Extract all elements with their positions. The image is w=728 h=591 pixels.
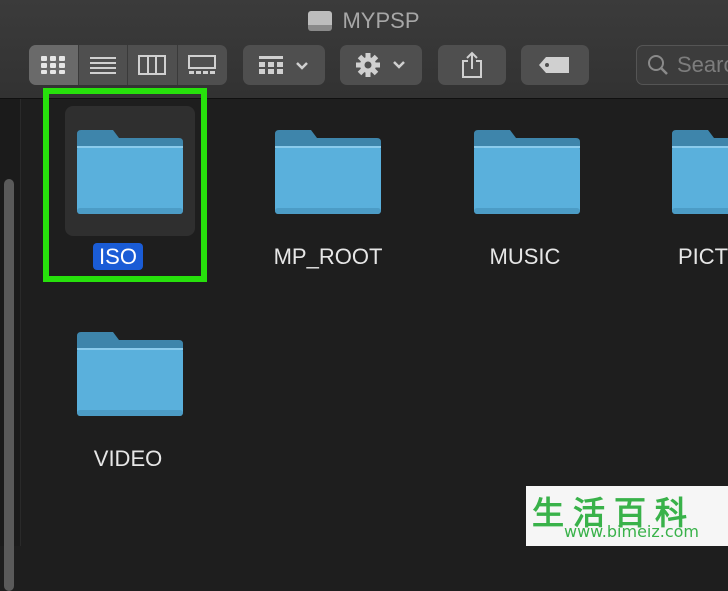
chevron-down-icon xyxy=(296,62,308,70)
watermark: 生活百科 www.bimeiz.com xyxy=(526,486,728,546)
sidebar-scrollbar-track[interactable] xyxy=(0,99,21,591)
gear-icon xyxy=(356,53,405,77)
group-by-button[interactable] xyxy=(243,45,325,85)
list-view-button[interactable] xyxy=(79,45,128,85)
watermark-url: www.bimeiz.com xyxy=(564,522,700,541)
folder-label: MUSIC xyxy=(489,244,561,269)
share-icon xyxy=(462,51,482,78)
folder-icon xyxy=(672,130,728,214)
folder-icon xyxy=(474,130,580,214)
window-title-text: MYPSP xyxy=(342,8,420,33)
column-view-button[interactable] xyxy=(128,45,178,85)
icon-view-grid-icon xyxy=(41,56,66,74)
search-icon xyxy=(648,55,668,75)
icon-view-button[interactable] xyxy=(29,45,79,85)
column-view-icon xyxy=(138,55,167,75)
group-by-icon xyxy=(259,56,308,74)
window-titlebar: MYPSP Sear xyxy=(0,0,728,99)
folder-icon xyxy=(275,130,381,214)
sidebar-scrollbar-thumb[interactable] xyxy=(4,179,14,591)
highlight-box xyxy=(43,88,207,282)
folder-label: MP_ROOT xyxy=(273,244,383,269)
tag-icon xyxy=(539,57,569,73)
list-view-icon xyxy=(89,57,116,74)
share-button[interactable] xyxy=(438,45,506,85)
folder-label: VIDEO xyxy=(93,446,163,471)
folder-item-music[interactable]: MUSIC xyxy=(440,98,590,278)
action-menu-button[interactable] xyxy=(340,45,422,85)
folder-item-mp-root[interactable]: MP_ROOT xyxy=(241,98,391,278)
folder-item-video[interactable]: VIDEO xyxy=(43,300,193,480)
view-mode-segmented-control xyxy=(29,45,227,85)
search-placeholder: Searc xyxy=(677,52,728,77)
folder-icon xyxy=(77,332,183,416)
folder-item-pictures[interactable]: PICTU xyxy=(638,98,728,278)
external-drive-icon xyxy=(308,11,333,31)
folder-label: PICTU xyxy=(678,244,728,269)
gallery-view-button[interactable] xyxy=(178,45,228,85)
gallery-view-icon xyxy=(188,55,217,74)
tag-button[interactable] xyxy=(521,45,589,85)
window-title: MYPSP xyxy=(0,6,728,36)
search-field[interactable]: Searc xyxy=(636,45,728,85)
